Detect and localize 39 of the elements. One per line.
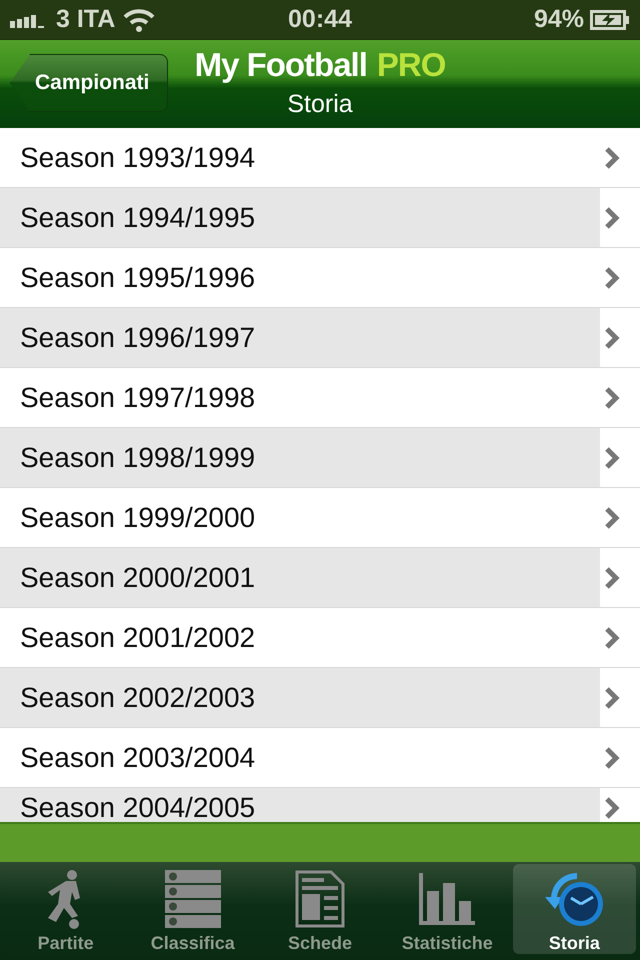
tab-item[interactable]: Statistiche — [386, 864, 509, 954]
chevron-icon — [604, 566, 620, 590]
back-button[interactable]: Campionati — [10, 54, 168, 112]
tab-label: Storia — [548, 933, 600, 954]
season-row[interactable]: Season 1994/1995 — [0, 188, 640, 248]
chevron-icon — [604, 146, 620, 170]
chevron-icon — [604, 386, 620, 410]
chevron-icon — [604, 796, 620, 820]
carrier-name: 3 ITA — [56, 5, 116, 34]
chevron-icon — [604, 686, 620, 710]
season-row[interactable]: Season 2002/2003 — [0, 668, 640, 728]
bar-chart-icon — [419, 872, 476, 924]
chevron-icon — [604, 506, 620, 530]
tab-label: Partite — [38, 933, 94, 954]
tab-label: Classifica — [150, 933, 235, 954]
pro-label: PRO — [376, 46, 446, 84]
battery-charging-icon — [590, 10, 630, 30]
season-row[interactable]: Season 1998/1999 — [0, 428, 640, 488]
tab-item[interactable]: Schede — [258, 864, 382, 954]
battery-percentage: 94% — [534, 5, 584, 34]
chevron-icon — [604, 446, 620, 470]
chevron-icon — [604, 626, 620, 650]
clock-time: 00:44 — [287, 5, 353, 34]
chevron-icon — [604, 266, 620, 290]
chevron-icon — [604, 206, 620, 230]
season-row[interactable]: Season 1996/1997 — [0, 308, 640, 368]
tab-item[interactable]: Partite — [4, 864, 128, 954]
tab-label: Statistiche — [402, 933, 493, 954]
chevron-icon — [604, 326, 620, 350]
document-icon — [295, 870, 345, 928]
screen-title: Storia — [286, 90, 354, 119]
season-row[interactable]: Season 2000/2001 — [0, 548, 640, 608]
list-icon — [164, 870, 221, 928]
tab-item[interactable]: Storia — [512, 864, 636, 954]
wifi-icon — [123, 8, 156, 32]
app-title: My Football — [194, 46, 367, 84]
tab-label: Schede — [288, 933, 352, 954]
chevron-icon — [604, 746, 620, 770]
tab-item[interactable]: Classifica — [131, 864, 254, 954]
